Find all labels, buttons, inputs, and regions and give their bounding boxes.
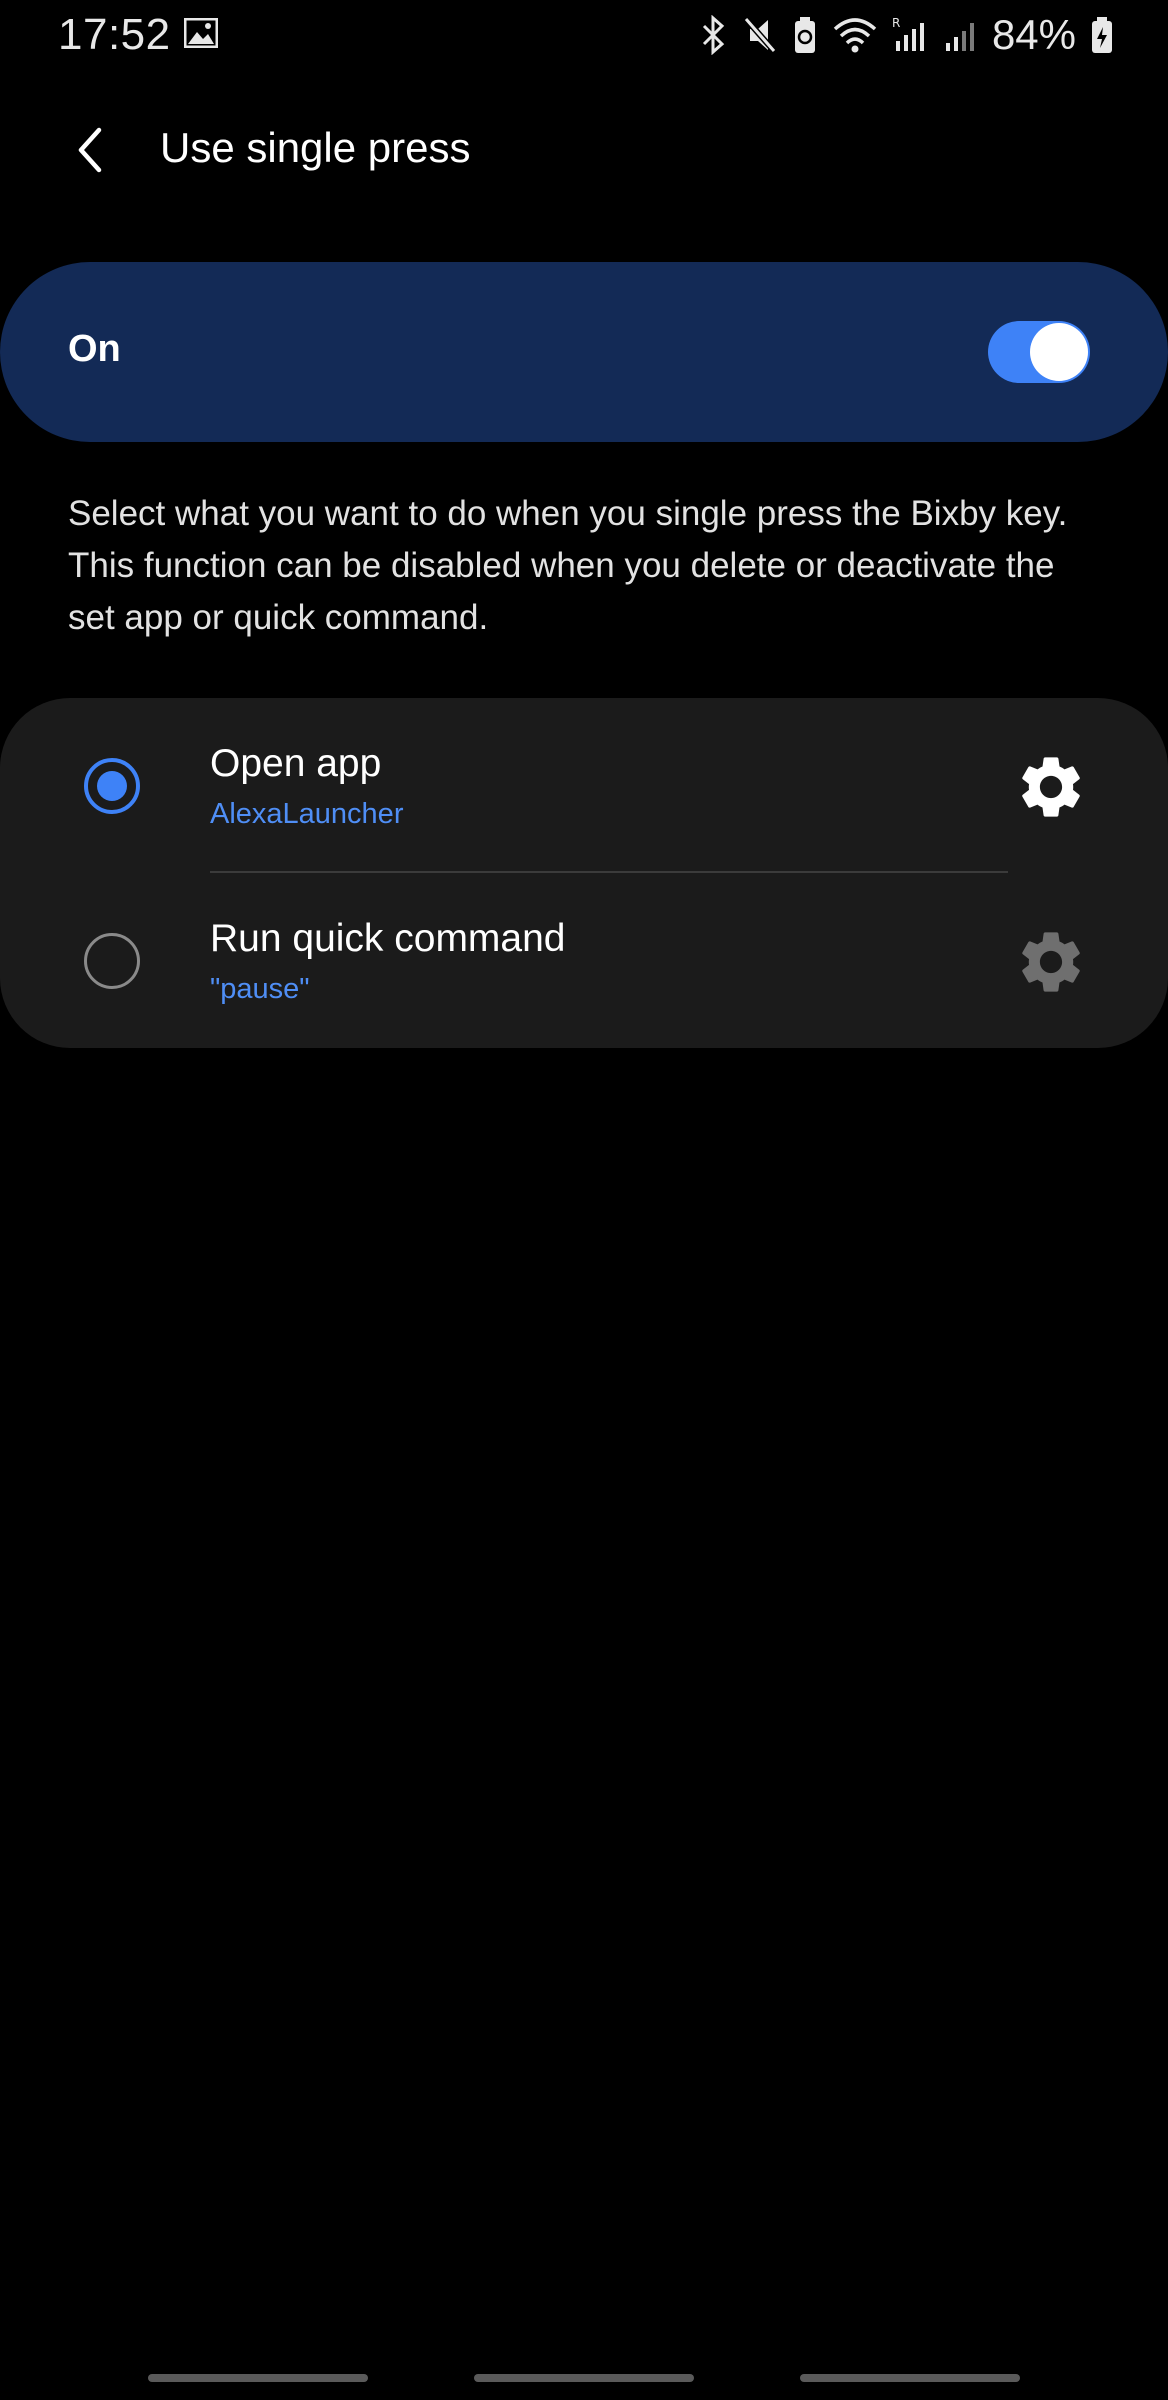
signal-2-icon — [945, 23, 974, 51]
app-header: Use single press — [0, 100, 1168, 200]
option-run-quick-command[interactable]: Run quick command "pause" — [0, 873, 1168, 1048]
toggle-knob — [1030, 323, 1088, 381]
gallery-icon — [184, 18, 218, 48]
nav-back-button[interactable] — [800, 2374, 1020, 2382]
radio-run-quick-command[interactable] — [84, 933, 140, 989]
navigation-bar — [0, 2360, 1168, 2400]
status-icons: R 84% — [698, 10, 1114, 60]
master-switch-card[interactable]: On — [0, 262, 1168, 442]
option-subtitle: AlexaLauncher — [210, 798, 404, 830]
battery-charging-icon — [1092, 17, 1112, 53]
radio-open-app[interactable] — [84, 758, 140, 814]
nav-recents-button[interactable] — [148, 2374, 368, 2382]
mute-icon — [743, 17, 777, 53]
option-title: Open app — [210, 742, 382, 785]
svg-text:R: R — [892, 16, 900, 30]
status-bar: 17:52 R 84% — [0, 0, 1168, 70]
back-arrow-icon — [78, 127, 102, 173]
page-title: Use single press — [160, 124, 471, 171]
bluetooth-icon — [702, 15, 725, 55]
battery-percent: 84% — [991, 11, 1076, 58]
gear-icon[interactable] — [1014, 925, 1088, 999]
description-text: Select what you want to do when you sing… — [68, 494, 1068, 637]
signal-icon: R — [892, 16, 924, 51]
wifi-icon — [833, 18, 877, 53]
battery-saver-icon — [794, 17, 815, 53]
nav-home-button[interactable] — [474, 2374, 694, 2382]
master-switch-label: On — [68, 328, 121, 370]
gear-icon[interactable] — [1014, 750, 1088, 824]
option-open-app[interactable]: Open app AlexaLauncher — [0, 698, 1168, 873]
back-button[interactable] — [60, 120, 120, 180]
master-toggle-switch[interactable] — [988, 321, 1090, 383]
options-card: Open app AlexaLauncher Run quick command… — [0, 698, 1168, 1048]
status-time: 17:52 — [58, 10, 171, 59]
option-subtitle: "pause" — [210, 973, 310, 1005]
option-title: Run quick command — [210, 917, 566, 960]
